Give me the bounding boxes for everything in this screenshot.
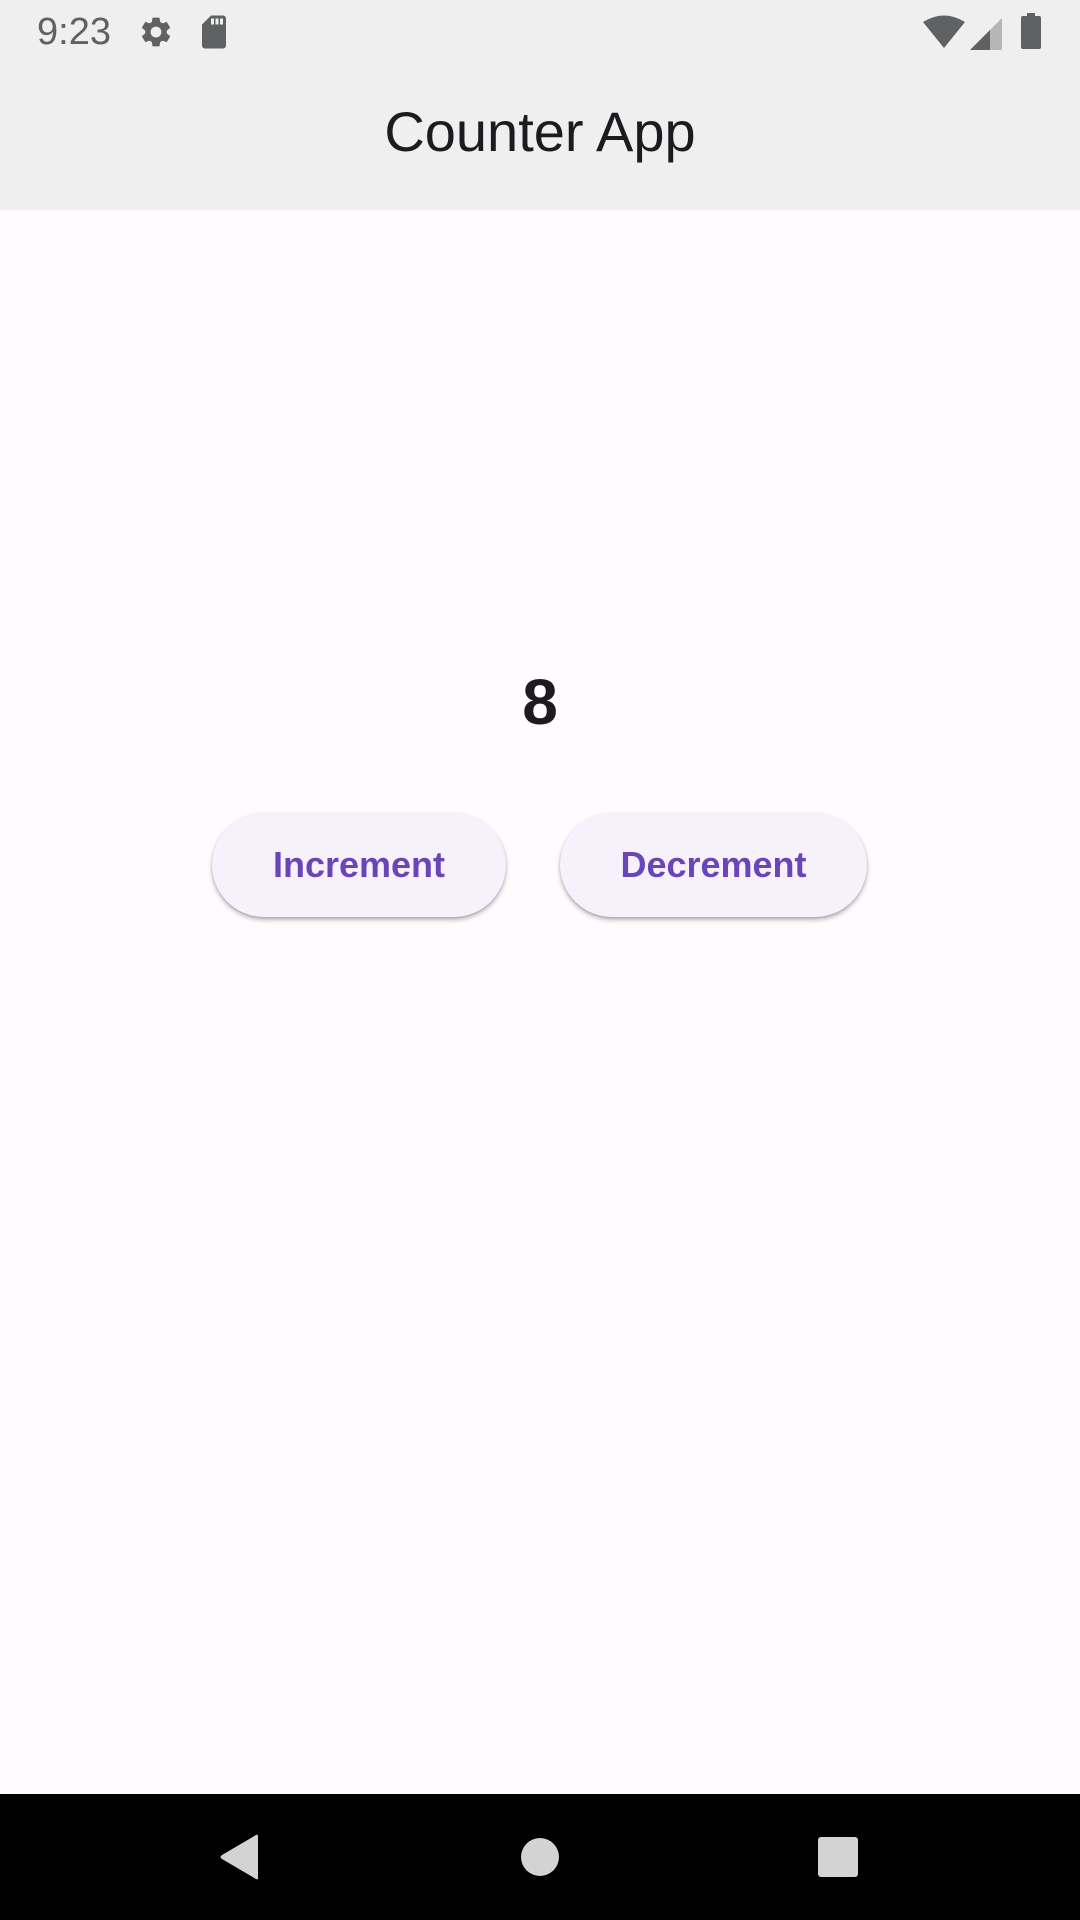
- recents-button[interactable]: [778, 1794, 898, 1920]
- page-title: Counter App: [384, 99, 696, 163]
- navigation-bar: [0, 1794, 1080, 1920]
- app-bar: Counter App: [0, 64, 1080, 210]
- main-content: [0, 210, 1080, 1794]
- status-bar: 9:23: [0, 0, 1080, 64]
- back-icon: [220, 1834, 258, 1880]
- home-button[interactable]: [480, 1794, 600, 1920]
- home-icon: [521, 1838, 559, 1876]
- sd-card-icon: [202, 15, 226, 49]
- decrement-button[interactable]: Decrement: [560, 813, 867, 917]
- back-button[interactable]: [179, 1794, 299, 1920]
- status-time: 9:23: [37, 11, 111, 53]
- counter-value: 8: [522, 666, 558, 738]
- signal-icon: [970, 18, 1002, 50]
- gear-icon: [142, 17, 171, 47]
- battery-icon: [1021, 13, 1041, 49]
- recents-icon: [818, 1837, 858, 1877]
- wifi-icon: [923, 15, 965, 48]
- increment-button[interactable]: Increment: [212, 813, 506, 917]
